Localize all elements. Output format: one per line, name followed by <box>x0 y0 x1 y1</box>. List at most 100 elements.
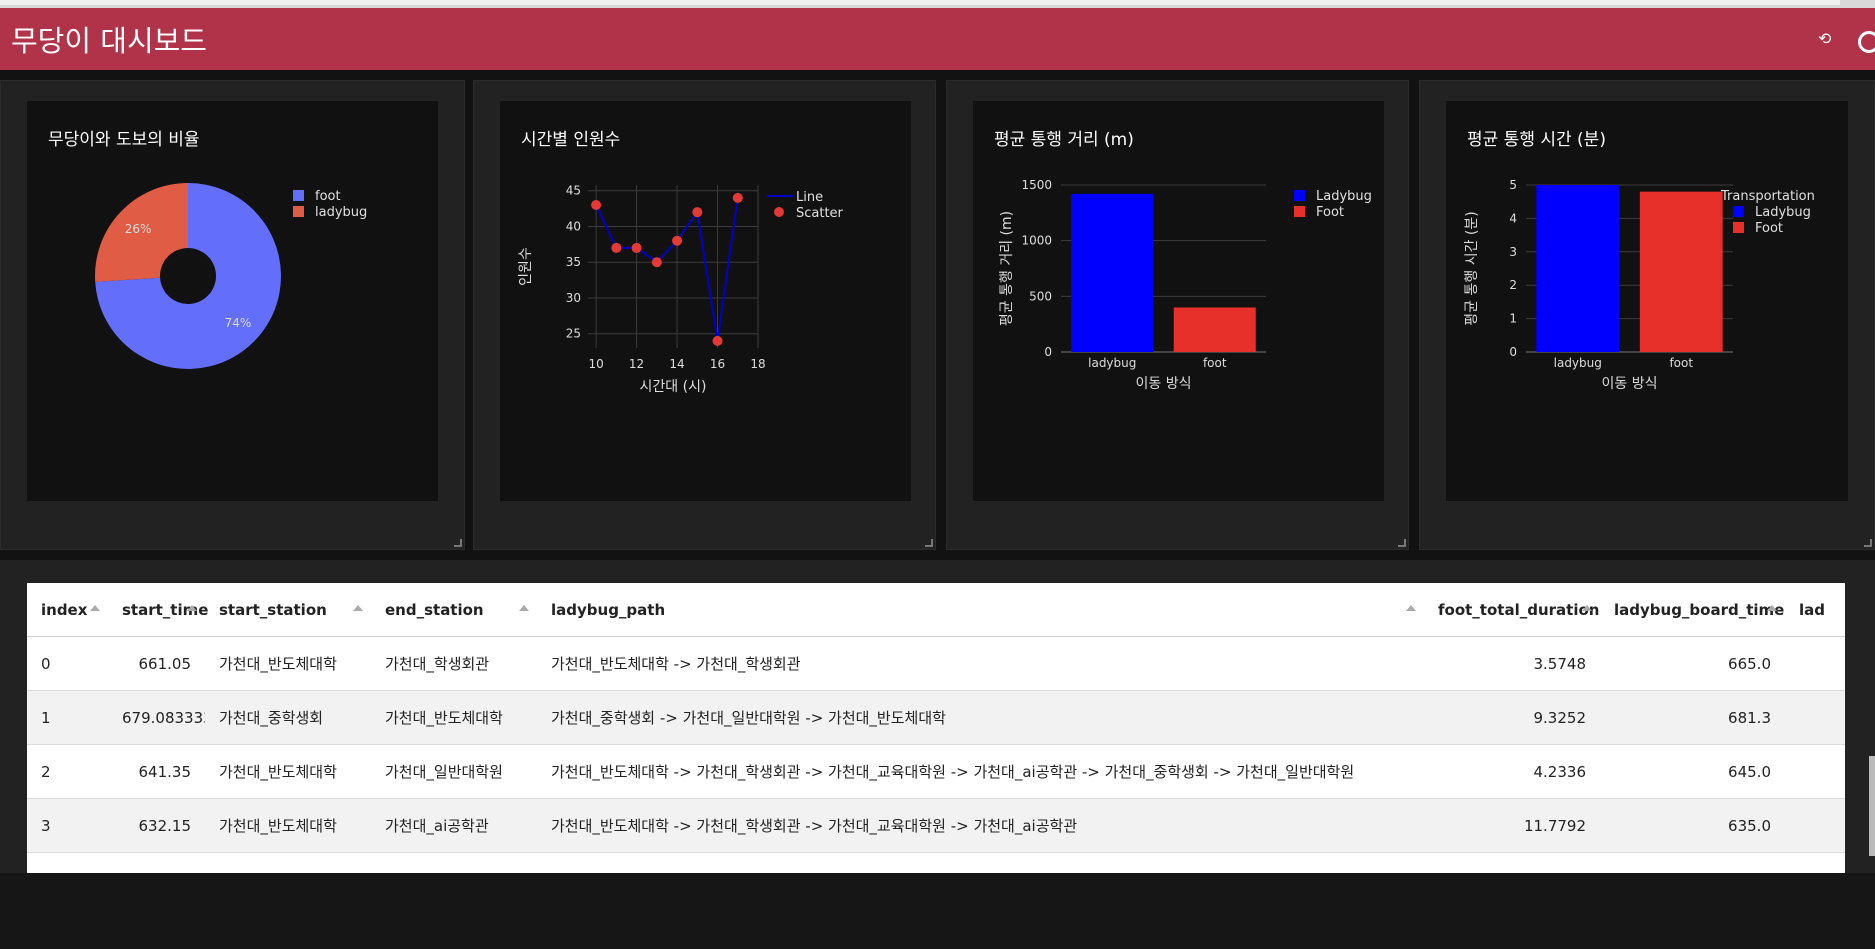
legend-swatch-ladybug <box>1294 190 1305 201</box>
x-tick-label: 10 <box>588 357 603 371</box>
table-cell-empty <box>537 852 1424 873</box>
column-header-lad[interactable]: lad <box>1785 583 1845 637</box>
y-tick-label: 3 <box>1509 245 1517 259</box>
y-tick-label: 40 <box>566 219 581 233</box>
table-cell-lad <box>1785 690 1845 745</box>
table-cell-foot_total_duration: 3.5748 <box>1424 636 1600 691</box>
legend-label-foot: Foot <box>1316 205 1344 220</box>
column-header-start_station[interactable]: start_station <box>205 583 371 637</box>
column-header-start_time[interactable]: start_time <box>108 583 208 637</box>
table-cell-index: 3 <box>27 798 108 853</box>
y-tick-label: 1000 <box>1021 234 1052 248</box>
scatter-point <box>651 257 662 268</box>
x-tick-label: 14 <box>669 357 684 371</box>
bar-ladybug <box>1536 185 1620 352</box>
column-header-end_station[interactable]: end_station <box>371 583 537 637</box>
legend-label-ladybug: Ladybug <box>1755 205 1811 220</box>
column-header-label: ladybug_path <box>551 600 666 619</box>
table-row[interactable]: 1 679.083333 가천대_중학생회 가천대_반도체대학 가천대_중학생회 -> … <box>27 690 1845 745</box>
table-row[interactable]: 0 661.05 가천대_반도체대학 가천대_학생회관 가천대_반도체대학 -> 가천대… <box>27 636 1845 691</box>
legend-swatch-foot <box>1294 206 1305 217</box>
y-tick-label: 1 <box>1509 312 1517 326</box>
table-row[interactable]: 2 641.35 가천대_반도체대학 가천대_일반대학원 가천대_반도체대학 -> 가천… <box>27 744 1845 799</box>
x-tick-label: ladybug <box>1554 356 1602 370</box>
line-chart: 시간별 인원수 25 30 35 40 45 10 12 14 16 18 시간대 (시) 인원수 L… <box>500 101 911 501</box>
y-tick-label: 45 <box>566 184 581 198</box>
x-tick-label: foot <box>1669 356 1693 370</box>
legend-swatch-ladybug <box>293 206 304 217</box>
resize-handle-icon[interactable] <box>1864 539 1872 547</box>
scatter-point <box>712 335 723 346</box>
distance-bar-chart: 평균 통행 거리 (m) 0 500 1000 1500 ladybug foot 이동 방… <box>973 101 1384 501</box>
legend-label-foot: foot <box>315 189 341 204</box>
y-tick-label: 0 <box>1509 345 1517 359</box>
sort-arrow-icon[interactable] <box>353 605 363 611</box>
bar-ladybug <box>1071 193 1154 352</box>
table-cell-empty <box>1785 852 1845 873</box>
scatter-point <box>732 192 743 203</box>
table-cell-foot_total_duration: 9.3252 <box>1424 690 1600 745</box>
line-chart-title: 시간별 인원수 <box>521 130 620 150</box>
scatter-point <box>611 242 622 253</box>
table-cell-start_station: 가천대_반도체대학 <box>205 744 371 799</box>
time-bar-chart: 평균 통행 시간 (분) 0 1 2 3 4 5 ladybug foot 이동 방식 평균 통행… <box>1446 101 1848 501</box>
line-series-path <box>595 197 739 342</box>
table-cell-lad <box>1785 744 1845 799</box>
scatter-point <box>692 207 703 218</box>
table-cell-empty <box>1424 852 1600 873</box>
column-header-label: foot_total_duration <box>1438 600 1600 619</box>
y-tick-label: 25 <box>566 327 581 341</box>
column-header-ladybug_path[interactable]: ladybug_path <box>537 583 1424 637</box>
x-tick-label: ladybug <box>1088 356 1136 370</box>
scatter-point <box>631 242 642 253</box>
table-cell-ladybug_board_time: 635.0 <box>1600 798 1785 853</box>
legend-label-foot: Foot <box>1755 221 1783 236</box>
pie-chart-title: 무당이와 도보의 비율 <box>48 130 200 150</box>
sort-arrow-icon[interactable] <box>1582 605 1592 611</box>
table-cell-end_station: 가천대_ai공학관 <box>371 798 537 853</box>
y-axis-label: 평균 통행 시간 (분) <box>1464 211 1480 325</box>
x-axis-label: 시간대 (시) <box>640 379 707 395</box>
pie-value-label: 74% <box>225 316 252 330</box>
resize-handle-icon[interactable] <box>925 539 933 547</box>
resize-handle-icon[interactable] <box>454 539 462 547</box>
table-area: index start_time start_station end_station l… <box>0 560 1875 873</box>
table-cell-end_station: 가천대_일반대학원 <box>371 744 537 799</box>
table-cell-ladybug_path: 가천대_중학생회 -> 가천대_일반대학원 -> 가천대_반도체대학 <box>537 690 1424 745</box>
x-tick-label: foot <box>1203 356 1227 370</box>
x-axis-label: 이동 방식 <box>1602 376 1658 392</box>
scatter-point <box>591 200 602 211</box>
sort-arrow-icon[interactable] <box>519 605 529 611</box>
y-tick-label: 4 <box>1509 211 1517 225</box>
undo-icon[interactable]: ⟲ <box>1818 29 1831 49</box>
table-cell-start_time: 632.15 <box>108 798 205 853</box>
page-bottom <box>0 873 1875 949</box>
table-cell-start_station: 가천대_반도체대학 <box>205 636 371 691</box>
table-cell-index: 2 <box>27 744 108 799</box>
table-row-partial[interactable] <box>27 852 1845 873</box>
resize-handle-icon[interactable] <box>1398 539 1406 547</box>
sort-arrow-icon[interactable] <box>1406 605 1416 611</box>
sort-arrow-icon[interactable] <box>1767 605 1777 611</box>
table-cell-start_time: 661.05 <box>108 636 205 691</box>
column-header-index[interactable]: index <box>27 583 108 637</box>
table-row[interactable]: 3 632.15 가천대_반도체대학 가천대_ai공학관 가천대_반도체대학 -> 가천… <box>27 798 1845 853</box>
pie-chart: 무당이와 도보의 비율 74% 26% foot ladybug <box>27 101 438 501</box>
y-tick-label: 2 <box>1509 278 1517 292</box>
table-cell-index: 1 <box>27 690 108 745</box>
app-title: 무당이 대시보드 <box>11 24 207 58</box>
app-header: 무당이 대시보드 ⟲ <box>0 8 1875 70</box>
table-cell-foot_total_duration: 4.2336 <box>1424 744 1600 799</box>
column-header-ladybug_board_time[interactable]: ladybug_board_time <box>1600 583 1785 637</box>
sort-arrow-icon[interactable] <box>90 605 100 611</box>
y-tick-label: 500 <box>1029 289 1052 303</box>
column-header-foot_total_duration[interactable]: foot_total_duration <box>1424 583 1600 637</box>
table-scrollbar[interactable] <box>1869 756 1875 856</box>
legend-label-ladybug: ladybug <box>315 205 367 220</box>
y-axis-label: 인원수 <box>518 247 534 286</box>
pie-value-label: 26% <box>125 222 152 236</box>
x-tick-label: 12 <box>629 357 644 371</box>
table-cell-start_station: 가천대_중학생회 <box>205 690 371 745</box>
sort-arrow-icon[interactable] <box>187 605 197 611</box>
table-cell-end_station: 가천대_학생회관 <box>371 636 537 691</box>
